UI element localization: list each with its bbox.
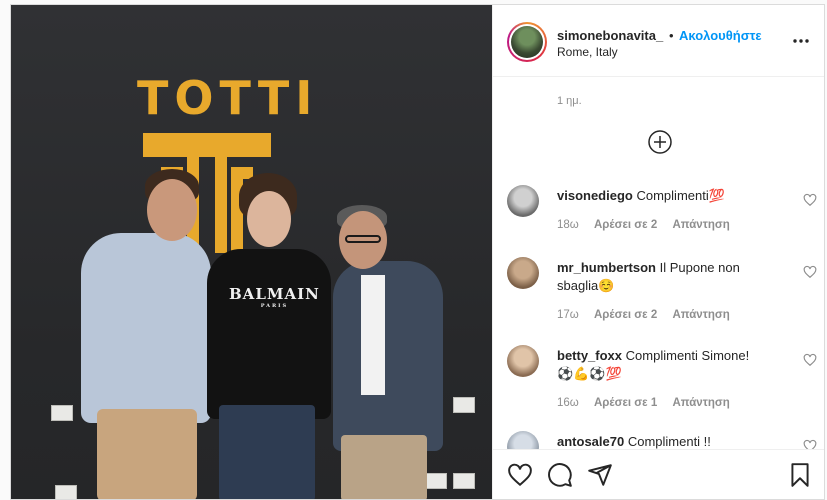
comment-meta: 16ω Αρέσει σε 1 Απάντηση bbox=[557, 397, 742, 409]
comment-body: Complimenti !! bbox=[627, 434, 711, 449]
heart-icon[interactable] bbox=[507, 462, 533, 488]
comment-time: 16ω bbox=[557, 397, 579, 409]
comment-item: betty_foxx Complimenti Simone! ⚽💪⚽💯 16ω … bbox=[507, 345, 817, 415]
commenter-username[interactable]: antosale70 bbox=[557, 434, 624, 449]
comment-likes[interactable]: Αρέσει σε 1 bbox=[594, 397, 657, 409]
comment-item: mr_humbertson Il Pupone non sbaglia☺️ 17… bbox=[507, 257, 817, 327]
comment-item: visonediego Complimenti💯 18ω Αρέσει σε 2… bbox=[507, 185, 817, 235]
comment-text: betty_foxx Complimenti Simone! ⚽💪⚽💯 bbox=[557, 347, 767, 383]
comment-item: antosale70 Complimenti !! bbox=[507, 431, 817, 463]
comment-body: Complimenti💯 bbox=[636, 188, 725, 203]
heart-icon[interactable] bbox=[803, 193, 817, 207]
wall-logo-text: TOTTI bbox=[137, 71, 319, 125]
heart-icon[interactable] bbox=[803, 353, 817, 367]
commenter-username[interactable]: mr_humbertson bbox=[557, 260, 656, 275]
wall-outlet bbox=[453, 473, 475, 489]
plus-circle-icon[interactable] bbox=[647, 129, 673, 155]
more-options-icon[interactable] bbox=[792, 32, 810, 50]
heart-icon[interactable] bbox=[803, 265, 817, 279]
comment-time: 18ω bbox=[557, 219, 579, 231]
wall-outlet bbox=[55, 485, 77, 499]
post-photo: TOTTI BALMAIN PARIS bbox=[11, 5, 492, 499]
author-username[interactable]: simonebonavita_ bbox=[557, 28, 663, 43]
post-location[interactable]: Rome, Italy bbox=[557, 45, 618, 59]
bookmark-icon[interactable] bbox=[787, 462, 813, 488]
post-header: simonebonavita_ • Ακολουθήστε Rome, Ital… bbox=[493, 5, 824, 77]
post-modal: TOTTI BALMAIN PARIS simonebonavita_ • Ακ… bbox=[10, 4, 825, 500]
comment-likes[interactable]: Αρέσει σε 2 bbox=[594, 219, 657, 231]
commenter-username[interactable]: visonediego bbox=[557, 188, 633, 203]
comment-time: 17ω bbox=[557, 309, 579, 321]
wall-outlet bbox=[453, 397, 475, 413]
reply-button[interactable]: Απάντηση bbox=[672, 219, 729, 231]
follow-button[interactable]: Ακολουθήστε bbox=[679, 28, 762, 43]
author-avatar[interactable] bbox=[507, 22, 547, 62]
shirt-print: BALMAIN PARIS bbox=[229, 285, 320, 309]
wall-outlet bbox=[51, 405, 73, 421]
commenter-avatar[interactable] bbox=[507, 185, 539, 217]
comment-text: visonediego Complimenti💯 bbox=[557, 187, 777, 205]
separator-dot: • bbox=[669, 28, 674, 43]
post-time: 1 ημ. bbox=[557, 95, 582, 107]
comment-meta: 17ω Αρέσει σε 2 Απάντηση bbox=[557, 309, 742, 321]
share-icon[interactable] bbox=[587, 462, 613, 488]
comment-icon[interactable] bbox=[547, 462, 573, 488]
post-sidebar: simonebonavita_ • Ακολουθήστε Rome, Ital… bbox=[492, 5, 824, 499]
commenter-username[interactable]: betty_foxx bbox=[557, 348, 622, 363]
comment-meta: 18ω Αρέσει σε 2 Απάντηση bbox=[557, 219, 742, 231]
reply-button[interactable]: Απάντηση bbox=[672, 397, 729, 409]
commenter-avatar[interactable] bbox=[507, 345, 539, 377]
commenter-avatar[interactable] bbox=[507, 257, 539, 289]
reply-button[interactable]: Απάντηση bbox=[672, 309, 729, 321]
action-bar bbox=[493, 449, 824, 499]
comment-likes[interactable]: Αρέσει σε 2 bbox=[594, 309, 657, 321]
wall-outlet bbox=[425, 473, 447, 489]
comment-text: mr_humbertson Il Pupone non sbaglia☺️ bbox=[557, 259, 767, 295]
